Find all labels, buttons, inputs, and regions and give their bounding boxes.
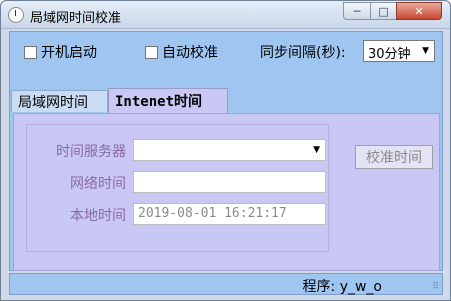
window-title: 局域网时间校准	[30, 11, 122, 26]
status-bar: 程序: y_w_o ⠿	[9, 273, 443, 295]
chevron-down-icon[interactable]: ▼	[313, 145, 320, 155]
title-bar: 局域网时间校准 ─ □ ✕	[1, 1, 450, 29]
autostart-checkbox[interactable]: 开机启动	[24, 42, 97, 62]
autosync-checkbox[interactable]: 自动校准	[145, 42, 218, 62]
app-window: 局域网时间校准 ─ □ ✕ 开机启动 自动校准 同步间隔(秒): 30分钟 ▼ …	[0, 0, 451, 301]
main-area: 开机启动 自动校准 同步间隔(秒): 30分钟 ▼ 局域网时间 Intenet时…	[9, 31, 443, 271]
clock-icon	[8, 7, 24, 23]
checkbox-box[interactable]	[24, 45, 37, 59]
server-select[interactable]: ▼	[133, 139, 326, 161]
sync-time-button[interactable]: 校准时间	[355, 145, 433, 169]
network-time-label: 网络时间	[70, 176, 126, 192]
interval-label: 同步间隔(秒):	[260, 45, 346, 61]
interval-select[interactable]: 30分钟 ▼	[363, 40, 435, 62]
network-time-field[interactable]	[133, 171, 326, 193]
close-button[interactable]: ✕	[396, 2, 442, 20]
maximize-button[interactable]: □	[370, 2, 397, 20]
server-label: 时间服务器	[56, 144, 126, 160]
autosync-label: 自动校准	[162, 45, 218, 61]
checkbox-box[interactable]	[145, 45, 158, 59]
autostart-label: 开机启动	[41, 45, 97, 61]
local-time-field[interactable]: 2019-08-01 16:21:17	[133, 203, 326, 225]
minimize-button[interactable]: ─	[343, 2, 371, 20]
status-program-label: 程序: y_w_o	[302, 279, 382, 295]
interval-value: 30分钟	[368, 47, 411, 62]
tab-internet-time[interactable]: Intenet时间	[108, 88, 228, 113]
internet-time-panel: 时间服务器 ▼ 网络时间 本地时间 2019-08-01 16:21:17 校准…	[13, 113, 440, 271]
resize-grip-icon[interactable]: ⠿	[432, 282, 439, 292]
tab-lan-time[interactable]: 局域网时间	[11, 90, 108, 112]
chevron-down-icon[interactable]: ▼	[422, 46, 429, 56]
local-time-label: 本地时间	[70, 208, 126, 224]
